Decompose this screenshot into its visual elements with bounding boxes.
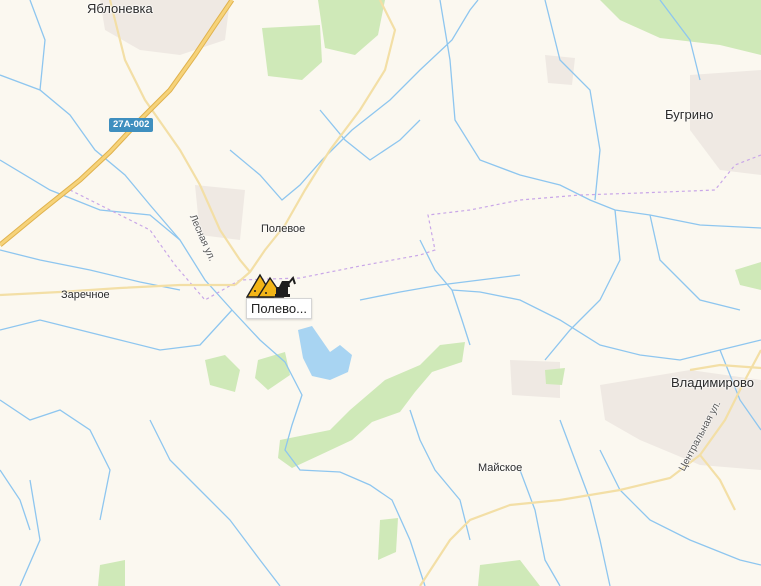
place-label-vladimirovo[interactable]: Владимирово <box>671 375 754 390</box>
place-label-zarechnoe[interactable]: Заречное <box>61 289 110 301</box>
place-label-yablonevka[interactable]: Яблоневка <box>87 1 153 16</box>
lake <box>298 326 352 380</box>
road-shield: 27А-002 <box>109 118 154 132</box>
river-network <box>0 0 761 586</box>
minor-roads <box>0 0 761 586</box>
map-canvas[interactable]: 27А-002 Яблоневка Бугрино Полевое Заречн… <box>0 0 761 586</box>
poi-label[interactable]: Полево... <box>246 298 312 319</box>
map-base-layer <box>0 0 761 586</box>
quarry-excavator-icon-graphic <box>245 273 296 298</box>
place-label-bugrino[interactable]: Бугрино <box>665 107 713 122</box>
forest-areas <box>98 0 761 586</box>
administrative-boundary <box>69 154 761 301</box>
place-label-maiskoe[interactable]: Майское <box>478 462 522 474</box>
place-label-polevoe[interactable]: Полевое <box>261 223 305 235</box>
